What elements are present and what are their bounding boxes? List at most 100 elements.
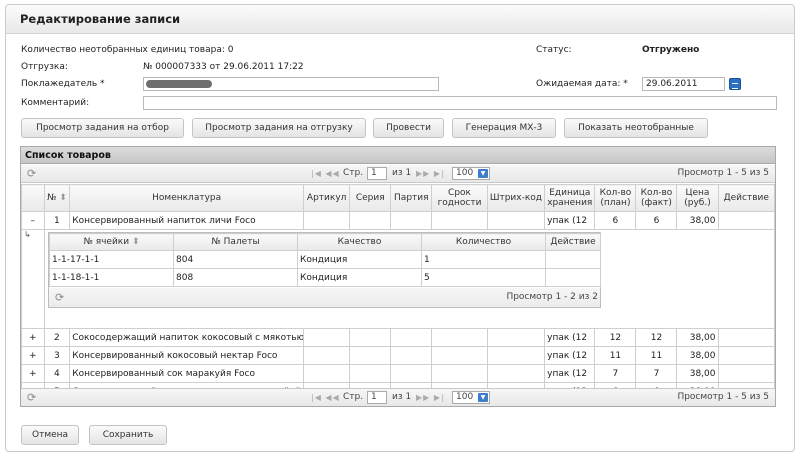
show-unselected-button[interactable]: Показать неотобранные — [564, 118, 708, 138]
col-fact[interactable]: Кол-во (факт) — [635, 184, 678, 212]
subgrid-view-label: Просмотр 1 - 2 из 2 — [506, 292, 598, 302]
top-pager: ⟳ |◀ ◀◀ Стр. 1 из 1 ▶▶ ▶| 100 ▼ Просмотр … — [21, 165, 775, 183]
row-fact: 11 — [635, 346, 678, 365]
subgrid-header-row: № ячейки ⬍ № Палеты Качество Количество … — [49, 233, 601, 251]
sub-row-qty: 1 — [421, 250, 546, 269]
rows-per-page-value: 100 — [456, 168, 474, 178]
bottom-pager: ⟳ |◀ ◀◀ Стр. 1 из 1 ▶▶ ▶| 100 ▼ Просмотр … — [21, 388, 775, 406]
shipment-value: № 000007333 от 29.06.2011 17:22 — [143, 62, 304, 72]
page-input[interactable]: 1 — [367, 167, 387, 180]
table-header-row: № ⬍ Номенклатура Артикул Серия Партия Ср… — [21, 184, 775, 212]
row-plan: 12 — [594, 328, 637, 347]
row-num: 4 — [43, 364, 71, 383]
rows-per-page-value: 100 — [456, 392, 474, 402]
expand-toggle[interactable]: + — [21, 328, 45, 347]
expected-date-input[interactable]: 29.06.2011 — [642, 77, 725, 91]
expand-toggle[interactable]: + — [21, 364, 45, 383]
status-value: Отгружено — [642, 45, 700, 55]
next-last-page-icon[interactable]: ▶▶ ▶| — [416, 393, 445, 402]
list-item[interactable]: 1-1-17-1-1 804 Кондиция 1 — [49, 250, 601, 269]
status-label: Статус: — [536, 45, 572, 55]
sub-col-action[interactable]: Действие — [545, 233, 601, 251]
subgrid-pager: ⟳ Просмотр 1 - 2 из 2 — [49, 288, 600, 307]
sub-col-quality[interactable]: Качество — [297, 233, 422, 251]
first-prev-page-icon[interactable]: |◀ ◀◀ — [311, 169, 340, 178]
sub-col-pallet[interactable]: № Палеты — [173, 233, 298, 251]
first-prev-page-icon[interactable]: |◀ ◀◀ — [311, 393, 340, 402]
page-of-label: из 1 — [392, 392, 412, 402]
rows-per-page-select[interactable]: 100 ▼ — [452, 391, 490, 404]
chevron-down-icon: ▼ — [478, 169, 488, 178]
cancel-button[interactable]: Отмена — [21, 425, 79, 445]
view-ship-task-button[interactable]: Просмотр задания на отгрузку — [192, 118, 366, 138]
row-plan: 7 — [594, 364, 637, 383]
table-row[interactable]: + 2 Сокосодержащий напиток кокосовый с м… — [21, 328, 775, 347]
sort-icon: ⬍ — [131, 237, 140, 247]
col-batch[interactable]: Партия — [390, 184, 433, 212]
row-num: 1 — [43, 211, 71, 230]
col-article[interactable]: Артикул — [303, 184, 351, 212]
refresh-icon[interactable]: ⟳ — [27, 391, 36, 404]
view-pick-task-button[interactable]: Просмотр задания на отбор — [21, 118, 184, 138]
sub-row-quality: Кондиция — [297, 250, 422, 269]
calendar-icon[interactable] — [729, 78, 741, 90]
comment-input[interactable] — [143, 96, 777, 110]
save-button[interactable]: Сохранить — [89, 425, 167, 445]
table-row[interactable]: + 4 Консервированный сок маракуйя Foco у… — [21, 364, 775, 383]
next-last-page-icon[interactable]: ▶▶ ▶| — [416, 169, 445, 178]
col-action[interactable]: Действие — [717, 184, 775, 212]
page-input[interactable]: 1 — [367, 391, 387, 404]
view-range-label: Просмотр 1 - 5 из 5 — [677, 392, 769, 402]
col-price[interactable]: Цена (руб.) — [676, 184, 719, 212]
collapse-toggle[interactable]: – — [21, 211, 45, 230]
page-label: Стр. — [343, 168, 364, 178]
sort-icon: ⬍ — [59, 193, 67, 203]
generate-mx3-button[interactable]: Генерация МХ-3 — [452, 118, 556, 138]
client-input[interactable] — [143, 77, 439, 91]
list-item[interactable]: 1-1-18-1-1 808 Кондиция 5 — [49, 268, 601, 287]
sub-col-cell[interactable]: № ячейки ⬍ — [49, 233, 174, 251]
sub-row-cell: 1-1-17-1-1 — [49, 250, 174, 269]
row-unit: упак (12 — [544, 328, 596, 347]
sub-row-quality: Кондиция — [297, 268, 422, 287]
col-name[interactable]: Номенклатура — [69, 184, 305, 212]
expected-date-label: Ожидаемая дата: * — [536, 79, 628, 89]
row-unit: упак (12 — [544, 211, 596, 230]
cells-subgrid: № ячейки ⬍ № Палеты Качество Количество … — [48, 232, 601, 308]
row-name: Консервированный напиток личи Foco — [69, 211, 305, 230]
row-num: 3 — [43, 346, 71, 365]
row-price: 38,00 — [676, 328, 719, 347]
col-num[interactable]: № ⬍ — [43, 184, 71, 212]
view-range-label: Просмотр 1 - 5 из 5 — [677, 168, 769, 178]
table-row[interactable]: – 1 Консервированный напиток личи Foco у… — [21, 211, 775, 230]
rows-per-page-select[interactable]: 100 ▼ — [452, 167, 490, 180]
shipment-label: Отгрузка: — [21, 62, 68, 72]
col-toggle — [21, 184, 45, 212]
col-plan[interactable]: Кол-во (план) — [594, 184, 637, 212]
row-fact: 12 — [635, 328, 678, 347]
row-price: 38,00 — [676, 346, 719, 365]
col-series[interactable]: Серия — [349, 184, 392, 212]
sub-col-qty[interactable]: Количество — [421, 233, 546, 251]
row-price: 38,00 — [676, 364, 719, 383]
dialog-title: Редактирование записи — [6, 5, 794, 34]
cells-table: № ячейки ⬍ № Палеты Качество Количество … — [49, 233, 601, 287]
refresh-icon[interactable]: ⟳ — [27, 167, 36, 180]
table-row[interactable]: + 3 Консервированный кокосовый нектар Fo… — [21, 346, 775, 365]
client-label: Поклажедатель * — [21, 79, 105, 89]
col-shelf-life[interactable]: Срок годности — [431, 184, 488, 212]
grid-caption: Список товаров — [21, 147, 775, 164]
row-name: Сокосодержащий напиток кокосовый с мякот… — [69, 328, 305, 347]
refresh-icon[interactable]: ⟳ — [55, 291, 64, 304]
row-plan: 6 — [594, 211, 637, 230]
page-label: Стр. — [343, 392, 364, 402]
row-price: 38,00 — [676, 211, 719, 230]
row-unit: упак (12 — [544, 364, 596, 383]
row-fact: 6 — [635, 211, 678, 230]
post-button[interactable]: Провести — [373, 118, 444, 138]
subgrid-indicator-icon: ↳ — [21, 229, 45, 329]
sub-row-qty: 5 — [421, 268, 546, 287]
expand-toggle[interactable]: + — [21, 346, 45, 365]
col-barcode[interactable]: Штрих-код — [486, 184, 546, 212]
col-unit[interactable]: Единица хранения — [544, 184, 596, 212]
